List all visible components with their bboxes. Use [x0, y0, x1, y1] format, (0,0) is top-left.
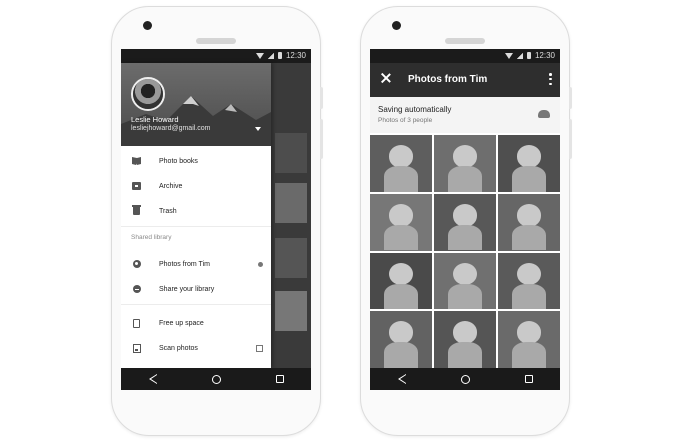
system-nav-bar — [370, 368, 560, 390]
section-heading-shared-library: Shared library — [131, 234, 172, 241]
photo-thumbnail[interactable] — [498, 193, 560, 251]
divider — [121, 304, 271, 305]
book-icon — [132, 157, 141, 165]
volume-button — [320, 119, 323, 159]
status-bar: 12:30 — [121, 49, 311, 63]
divider — [121, 226, 271, 227]
signal-icon — [267, 52, 274, 59]
volume-button — [569, 119, 572, 159]
system-nav-bar — [121, 368, 311, 390]
menu-label: Scan photos — [159, 344, 198, 352]
photo-thumbnail[interactable] — [434, 135, 496, 192]
wifi-icon — [504, 52, 513, 59]
photo-grid — [370, 135, 560, 368]
menu-label: Free up space — [159, 319, 204, 327]
account-email: lesliejhoward@gmail.com — [131, 125, 211, 132]
menu-item-photos-from-tim[interactable]: Photos from Tim — [121, 254, 271, 274]
photo-thumbnail[interactable] — [370, 193, 432, 251]
photo-thumbnail[interactable] — [434, 252, 496, 310]
front-camera — [392, 21, 401, 30]
menu-item-photo-books[interactable]: Photo books — [121, 151, 271, 171]
avatar[interactable] — [131, 77, 165, 111]
menu-label: Photo books — [159, 157, 198, 165]
photo-thumbnail[interactable] — [370, 135, 432, 192]
menu-item-trash[interactable]: Trash — [121, 201, 271, 221]
power-button — [569, 87, 572, 109]
saving-banner[interactable]: Saving automatically Photos of 3 people — [370, 97, 560, 133]
phone-left: 12:30 Leslie Howard lesliejhoward@gmail.… — [111, 6, 323, 436]
screen: 12:30 Leslie Howard lesliejhoward@gmail.… — [121, 49, 311, 390]
person-icon — [132, 260, 141, 268]
recents-icon[interactable] — [524, 375, 533, 383]
saving-title: Saving automatically — [378, 105, 452, 114]
close-icon[interactable] — [380, 72, 392, 84]
battery-icon — [277, 52, 282, 59]
account-name: Leslie Howard — [131, 115, 179, 124]
photo-thumbnail[interactable] — [434, 311, 496, 368]
photo-thumbnail[interactable] — [370, 311, 432, 368]
menu-label: Archive — [159, 182, 183, 190]
menu-label: Photos from Tim — [159, 260, 210, 268]
share-icon — [132, 285, 141, 293]
home-icon[interactable] — [211, 374, 221, 384]
menu-label: Share your library — [159, 285, 215, 293]
menu-item-free-up-space[interactable]: Free up space — [121, 313, 271, 333]
scan-icon — [132, 343, 141, 353]
home-icon[interactable] — [460, 374, 470, 384]
saving-subtitle: Photos of 3 people — [378, 117, 433, 124]
recents-icon[interactable] — [275, 375, 284, 383]
chevron-down-icon[interactable] — [255, 127, 261, 131]
trash-icon — [132, 205, 141, 215]
wifi-icon — [255, 52, 264, 59]
status-time: 12:30 — [285, 51, 306, 60]
screen: 12:30 Photos from Tim Saving automatical… — [370, 49, 560, 390]
status-bar: 12:30 — [370, 49, 560, 63]
free-up-icon — [133, 318, 140, 328]
power-button — [320, 87, 323, 109]
cloud-done-icon — [538, 110, 550, 118]
back-icon[interactable] — [397, 374, 406, 384]
menu-item-scan-photos[interactable]: Scan photos — [121, 338, 271, 358]
status-time: 12:30 — [534, 51, 555, 60]
speaker-grille — [196, 38, 236, 44]
phone-right: 12:30 Photos from Tim Saving automatical… — [360, 6, 572, 436]
menu-item-share-your-library[interactable]: Share your library — [121, 279, 271, 299]
external-link-icon — [256, 344, 263, 352]
back-icon[interactable] — [148, 374, 157, 384]
account-header[interactable]: Leslie Howard lesliejhoward@gmail.com — [121, 63, 271, 146]
menu-item-archive[interactable]: Archive — [121, 176, 271, 196]
front-camera — [143, 21, 152, 30]
photo-thumbnail[interactable] — [498, 135, 560, 192]
navigation-drawer: Leslie Howard lesliejhoward@gmail.com Ph… — [121, 63, 271, 368]
more-options-icon[interactable] — [549, 73, 552, 85]
archive-icon — [132, 182, 141, 190]
menu-label: Trash — [159, 207, 177, 215]
photo-thumbnail[interactable] — [370, 252, 432, 310]
new-indicator-dot — [258, 261, 263, 267]
photo-thumbnail[interactable] — [434, 193, 496, 251]
signal-icon — [516, 52, 523, 59]
app-bar: Photos from Tim — [370, 63, 560, 97]
page-title: Photos from Tim — [408, 74, 488, 85]
speaker-grille — [445, 38, 485, 44]
photo-thumbnail[interactable] — [498, 311, 560, 368]
photo-thumbnail[interactable] — [498, 252, 560, 310]
battery-icon — [526, 52, 531, 59]
